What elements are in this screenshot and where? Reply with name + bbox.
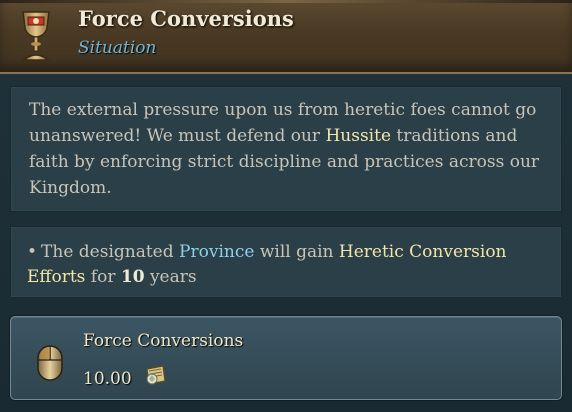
duration-value: 10 [120,267,145,287]
effects-panel: • The designated Province will gain Heret… [10,226,562,298]
mouse-left-click-icon [37,345,63,381]
chalice-icon [21,11,51,61]
description-panel: The external pressure upon us from heret… [10,86,562,212]
window-title: Force Conversions [78,6,294,31]
effect-text: years [144,267,197,287]
action-label: Force Conversions [83,331,244,351]
window-subtitle: Situation [78,38,157,58]
action-cost: 10.00 [83,369,132,389]
bullet: • [27,242,38,262]
situation-window: Force Conversions Situation The external… [0,0,572,412]
religion-highlight[interactable]: Hussite [325,126,391,146]
effect-text: for [85,267,121,287]
force-conversions-button[interactable]: Force Conversions 10.00 [10,316,562,400]
window-header: Force Conversions Situation [0,0,572,74]
effect-text: will gain [254,242,339,262]
effect-text: The designated [41,242,180,262]
piety-scroll-icon [146,365,166,385]
province-link[interactable]: Province [179,242,254,262]
